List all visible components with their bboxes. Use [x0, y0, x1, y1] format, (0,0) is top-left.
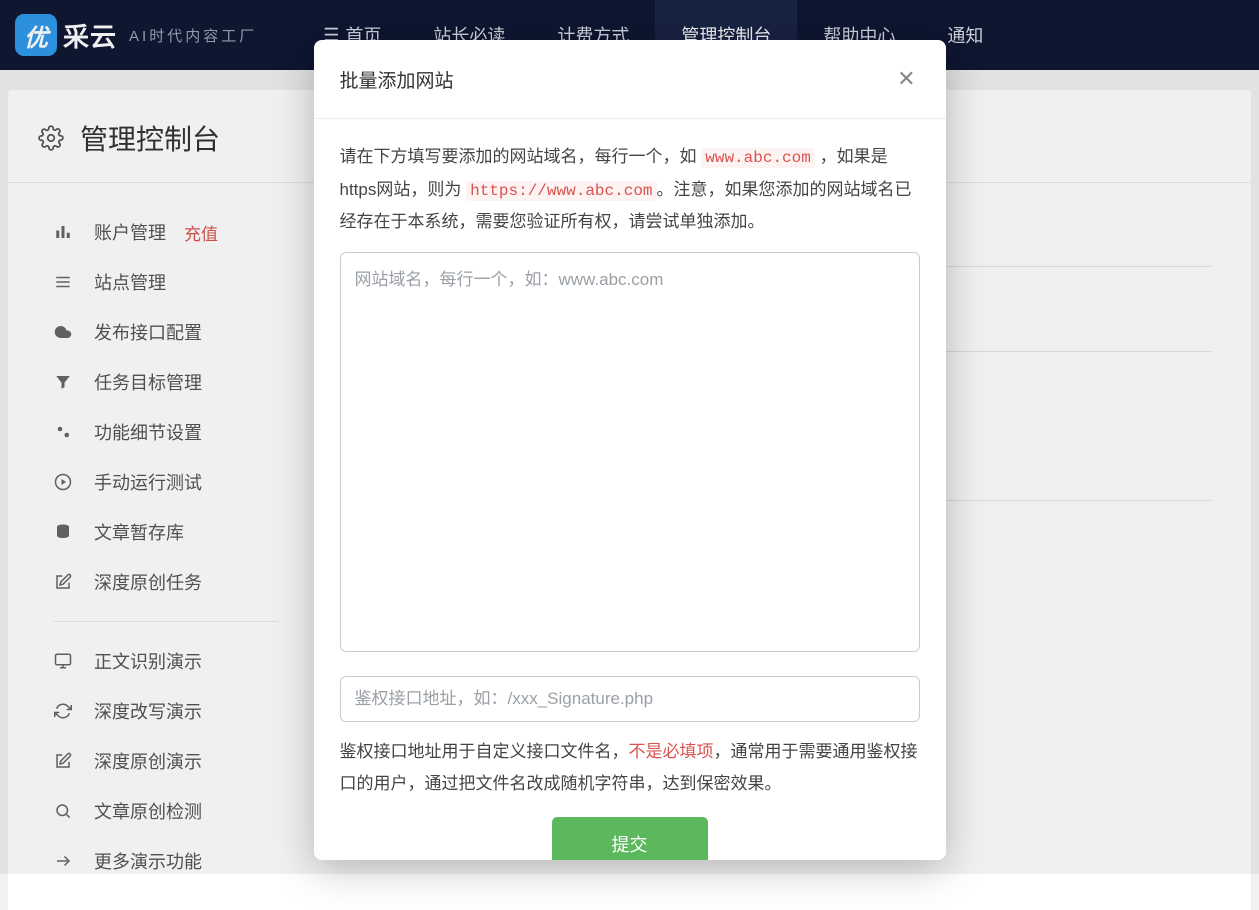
modal-header: 批量添加网站 ✕	[314, 40, 946, 119]
modal-title: 批量添加网站	[340, 66, 454, 93]
close-icon[interactable]: ✕	[893, 62, 919, 96]
domains-textarea[interactable]	[340, 252, 920, 652]
submit-button[interactable]: 提交	[552, 817, 708, 860]
auth-note: 鉴权接口地址用于自定义接口文件名，不是必填项，通常用于需要通用鉴权接口的用户，通…	[340, 736, 920, 799]
modal-body: 请在下方填写要添加的网站域名，每行一个，如 www.abc.com ，如果是ht…	[314, 119, 946, 860]
auth-url-input[interactable]	[340, 676, 920, 722]
modal-description: 请在下方填写要添加的网站域名，每行一个，如 www.abc.com ，如果是ht…	[340, 141, 920, 238]
batch-add-modal: 批量添加网站 ✕ 请在下方填写要添加的网站域名，每行一个，如 www.abc.c…	[314, 40, 946, 860]
